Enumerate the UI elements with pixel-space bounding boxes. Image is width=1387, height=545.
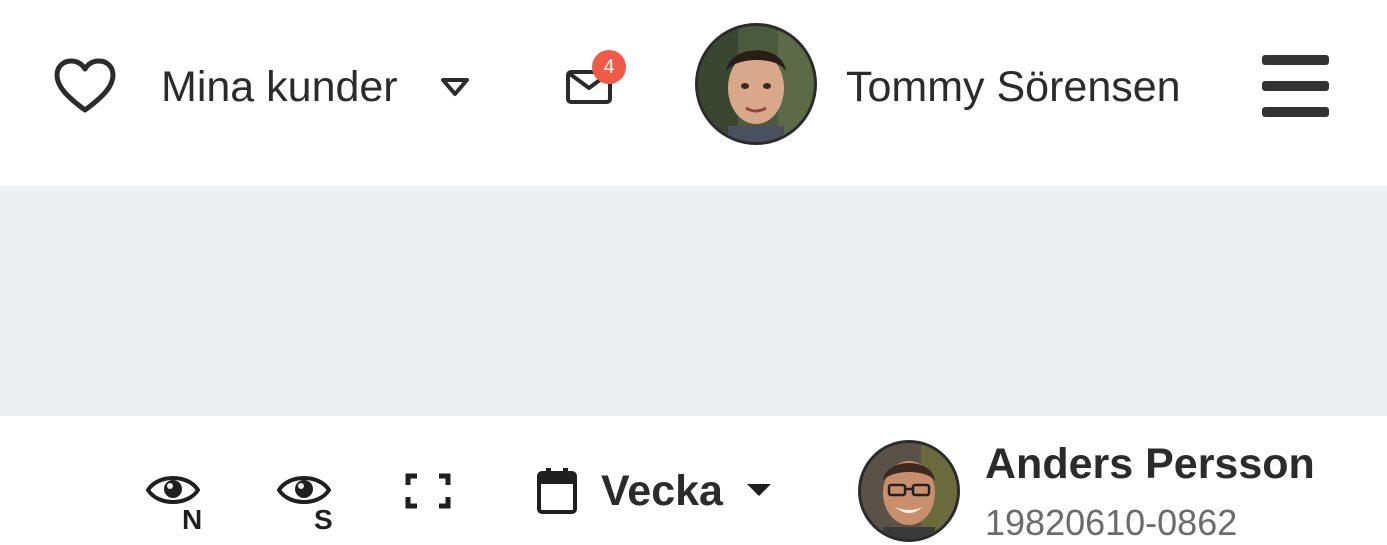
top-navigation-bar: Mina kunder 4 Tommy Sörensen: [0, 0, 1387, 186]
eye-s-letter: S: [314, 504, 333, 535]
fullscreen-icon[interactable]: [405, 473, 451, 509]
customer-personal-number: 19820610-0862: [985, 502, 1238, 543]
customer-avatar[interactable]: [858, 440, 960, 542]
my-customers-dropdown-label[interactable]: Mina kunder: [161, 62, 398, 112]
chevron-down-icon[interactable]: [440, 76, 470, 98]
period-dropdown-label[interactable]: Vecka: [601, 466, 723, 516]
customer-portrait-image: [861, 443, 957, 539]
eye-s-view-toggle[interactable]: S: [276, 470, 341, 535]
heart-icon[interactable]: [54, 58, 116, 114]
user-name[interactable]: Tommy Sörensen: [846, 62, 1181, 112]
messages-count-badge: 4: [592, 50, 626, 84]
calendar-icon[interactable]: [537, 468, 577, 514]
eye-n-view-toggle[interactable]: N: [145, 470, 210, 535]
caret-down-icon[interactable]: [745, 482, 773, 498]
hamburger-menu-icon[interactable]: [1262, 55, 1329, 117]
user-avatar[interactable]: [695, 23, 817, 145]
customer-name: Anders Persson: [985, 440, 1315, 488]
eye-n-letter: N: [182, 504, 203, 535]
user-portrait-image: [698, 26, 814, 142]
customer-toolbar: N S Vecka Anders Persson 19820610-0862: [0, 186, 1387, 543]
